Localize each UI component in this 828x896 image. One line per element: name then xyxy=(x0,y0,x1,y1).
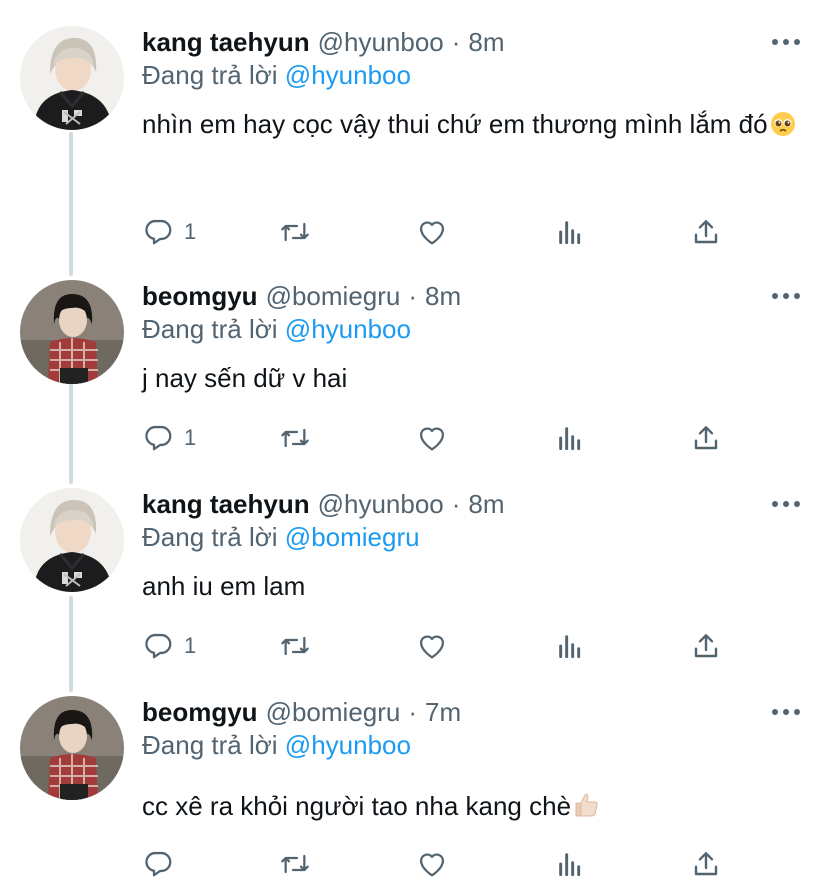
comment-icon xyxy=(142,422,174,454)
avatar[interactable] xyxy=(20,488,124,592)
replying-to: Đang trả lời @hyunboo xyxy=(142,730,411,761)
more-icon[interactable] xyxy=(772,709,800,715)
retweet-button[interactable] xyxy=(278,844,312,884)
replying-prefix: Đang trả lời xyxy=(142,314,278,344)
user-handle[interactable]: @hyunboo xyxy=(318,489,444,520)
display-name[interactable]: beomgyu xyxy=(142,697,258,728)
mention-link[interactable]: @hyunboo xyxy=(285,730,411,760)
retweet-button[interactable] xyxy=(278,626,312,666)
separator-dot: · xyxy=(408,696,418,727)
tweet-text: cc xê ra khỏi người tao nha kang chè xyxy=(142,784,812,832)
user-handle[interactable]: @hyunboo xyxy=(318,27,444,58)
share-button[interactable] xyxy=(690,626,722,666)
timestamp[interactable]: 7m xyxy=(425,697,461,728)
reply-button[interactable]: 1 xyxy=(142,626,196,666)
retweet-icon xyxy=(278,848,312,880)
tweet-header: beomgyu @bomiegru · 8m xyxy=(142,280,461,312)
replying-prefix: Đang trả lời xyxy=(142,60,278,90)
mention-link[interactable]: @bomiegru xyxy=(285,522,420,552)
thread-connector xyxy=(69,596,73,692)
retweet-button[interactable] xyxy=(278,212,312,252)
mention-link[interactable]: @hyunboo xyxy=(285,314,411,344)
views-button[interactable] xyxy=(554,844,586,884)
avatar[interactable] xyxy=(20,26,124,130)
tweet-actions xyxy=(142,844,742,884)
views-icon xyxy=(554,216,586,248)
tweet-actions: 1 xyxy=(142,626,742,666)
views-button[interactable] xyxy=(554,626,586,666)
timestamp[interactable]: 8m xyxy=(425,281,461,312)
comment-icon xyxy=(142,630,174,662)
heart-icon xyxy=(416,422,448,454)
separator-dot: · xyxy=(451,488,461,519)
reply-button[interactable]: 1 xyxy=(142,418,196,458)
replying-to: Đang trả lời @hyunboo xyxy=(142,60,411,91)
tweet-text-content: j nay sến dữ v hai xyxy=(142,363,348,393)
comment-icon xyxy=(142,848,174,880)
share-icon xyxy=(690,848,722,880)
like-button[interactable] xyxy=(416,626,448,666)
heart-icon xyxy=(416,216,448,248)
reply-button[interactable]: 1 xyxy=(142,212,196,252)
timestamp[interactable]: 8m xyxy=(468,27,504,58)
display-name[interactable]: beomgyu xyxy=(142,281,258,312)
tweet-text: nhìn em hay cọc vậy thui chứ em thương m… xyxy=(142,102,812,150)
reply-button[interactable] xyxy=(142,844,184,884)
retweet-icon xyxy=(278,216,312,248)
tweet-actions: 1 xyxy=(142,212,742,252)
views-button[interactable] xyxy=(554,212,586,252)
tweet-text: anh iu em lam xyxy=(142,564,812,608)
replying-prefix: Đang trả lời xyxy=(142,730,278,760)
user-handle[interactable]: @bomiegru xyxy=(266,281,401,312)
retweet-icon xyxy=(278,630,312,662)
replying-to: Đang trả lời @hyunboo xyxy=(142,314,411,345)
share-button[interactable] xyxy=(690,418,722,458)
pleading-face-emoji xyxy=(770,106,796,150)
display-name[interactable]: kang taehyun xyxy=(142,489,310,520)
tweet-header: kang taehyun @hyunboo · 8m xyxy=(142,26,505,58)
display-name[interactable]: kang taehyun xyxy=(142,27,310,58)
reply-count: 1 xyxy=(184,425,197,450)
share-button[interactable] xyxy=(690,212,722,252)
retweet-button[interactable] xyxy=(278,418,312,458)
tweet-header: kang taehyun @hyunboo · 8m xyxy=(142,488,505,520)
share-icon xyxy=(690,630,722,662)
tweet-actions: 1 xyxy=(142,418,742,458)
avatar[interactable] xyxy=(20,696,124,800)
thread-connector xyxy=(69,132,73,276)
reply-count: 1 xyxy=(184,633,197,658)
tweet-text-content: cc xê ra khỏi người tao nha kang chè xyxy=(142,791,572,821)
thumbs-up-emoji xyxy=(573,788,601,832)
user-handle[interactable]: @bomiegru xyxy=(266,697,401,728)
separator-dot: · xyxy=(451,26,461,57)
tweet-text: j nay sến dữ v hai xyxy=(142,356,812,400)
more-icon[interactable] xyxy=(772,293,800,299)
views-icon xyxy=(554,630,586,662)
tweet-text-content: anh iu em lam xyxy=(142,571,306,601)
retweet-icon xyxy=(278,422,312,454)
heart-icon xyxy=(416,848,448,880)
avatar[interactable] xyxy=(20,280,124,384)
share-icon xyxy=(690,216,722,248)
like-button[interactable] xyxy=(416,844,448,884)
replying-to: Đang trả lời @bomiegru xyxy=(142,522,420,553)
like-button[interactable] xyxy=(416,212,448,252)
more-icon[interactable] xyxy=(772,39,800,45)
tweet-text-content: nhìn em hay cọc vậy thui chứ em thương m… xyxy=(142,109,768,139)
share-icon xyxy=(690,422,722,454)
tweet-header: beomgyu @bomiegru · 7m xyxy=(142,696,461,728)
more-icon[interactable] xyxy=(772,501,800,507)
views-icon xyxy=(554,422,586,454)
reply-count: 1 xyxy=(184,219,197,244)
replying-prefix: Đang trả lời xyxy=(142,522,278,552)
separator-dot: · xyxy=(408,280,418,311)
share-button[interactable] xyxy=(690,844,722,884)
mention-link[interactable]: @hyunboo xyxy=(285,60,411,90)
views-button[interactable] xyxy=(554,418,586,458)
heart-icon xyxy=(416,630,448,662)
views-icon xyxy=(554,848,586,880)
comment-icon xyxy=(142,216,174,248)
timestamp[interactable]: 8m xyxy=(468,489,504,520)
like-button[interactable] xyxy=(416,418,448,458)
